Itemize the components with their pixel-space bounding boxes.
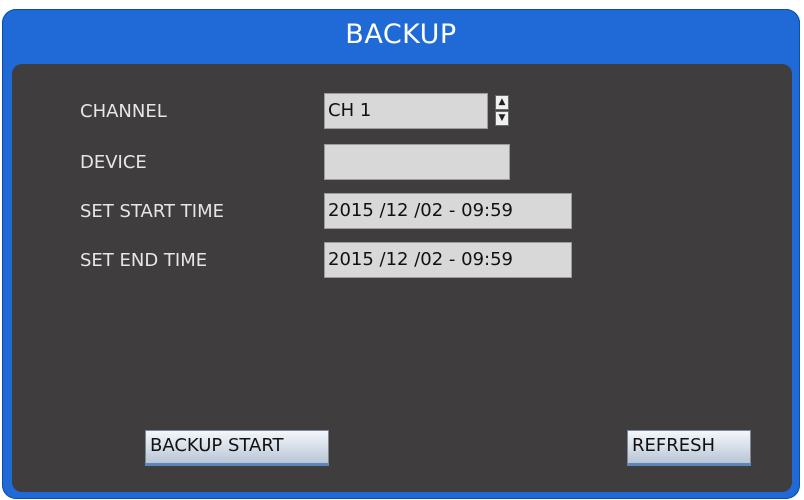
start-time-field[interactable]: 2015 /12 /02 - 09:59: [324, 193, 572, 229]
start-time-label: SET START TIME: [80, 201, 224, 222]
chevron-down-icon[interactable]: ▼: [495, 111, 509, 126]
device-label: DEVICE: [80, 152, 147, 173]
channel-stepper[interactable]: ▲ ▼: [495, 95, 509, 126]
channel-label: CHANNEL: [80, 101, 167, 122]
window-title: BACKUP: [345, 19, 457, 50]
refresh-button[interactable]: REFRESH: [627, 430, 751, 466]
device-field[interactable]: [324, 144, 510, 180]
backup-panel: CHANNEL CH 1 ▲ ▼ DEVICE SET START TIME 2…: [12, 64, 792, 492]
backup-start-button[interactable]: BACKUP START: [145, 430, 329, 466]
chevron-up-icon[interactable]: ▲: [495, 95, 509, 110]
end-time-label: SET END TIME: [80, 250, 208, 271]
channel-select[interactable]: CH 1: [324, 93, 488, 129]
end-time-field[interactable]: 2015 /12 /02 - 09:59: [324, 242, 572, 278]
backup-window: BACKUP CHANNEL CH 1 ▲ ▼ DEVICE SET START…: [2, 9, 800, 499]
